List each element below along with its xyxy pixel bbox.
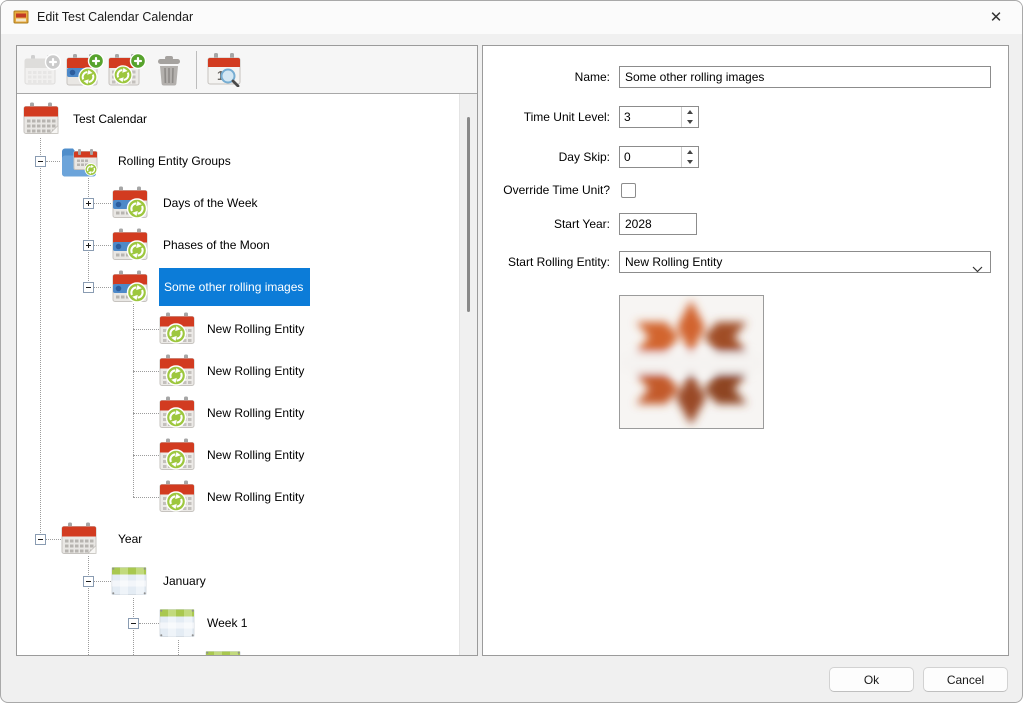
tree-connector-line <box>133 371 159 372</box>
tree-connector-line <box>94 287 111 288</box>
time-unit-level-stepper <box>619 106 699 128</box>
calendar-icon <box>60 523 98 556</box>
month-table-icon <box>205 651 241 656</box>
tree-connector-line <box>133 304 134 497</box>
tree-item-label[interactable]: New Rolling Entity <box>203 446 308 464</box>
month-table-icon <box>159 609 195 638</box>
start-rolling-entity-value: New Rolling Entity <box>625 255 722 269</box>
tree-item-label[interactable]: Rolling Entity Groups <box>114 152 235 170</box>
rolling-entity-icon <box>159 439 195 472</box>
start-year-label: Start Year: <box>483 213 610 235</box>
chevron-down-icon <box>972 259 983 279</box>
tree-item-label[interactable]: Test Calendar <box>69 110 151 128</box>
rolling-entity-icon <box>159 481 195 514</box>
toolbar-view-calendar-day-button[interactable]: 1 <box>203 50 245 90</box>
rolling-entity-icon <box>159 397 195 430</box>
day-skip-stepper <box>619 146 699 168</box>
tb-view-day-icon: 1 <box>205 53 243 87</box>
tree-expander-collapse[interactable] <box>83 576 94 587</box>
folder-calendar-icon <box>60 145 100 178</box>
app-calendar-icon <box>13 9 29 25</box>
tree-item-label[interactable]: Phases of the Moon <box>159 236 274 254</box>
tb-add-entity-icon <box>108 53 146 87</box>
toolbar-add-calendar-button[interactable] <box>22 50 64 90</box>
tree-connector-line <box>139 623 159 624</box>
override-time-unit-checkbox[interactable] <box>621 183 636 198</box>
toolbar-separator <box>196 51 197 89</box>
tree-connector-line <box>133 413 159 414</box>
tree-item-label[interactable]: Days of the Week <box>159 194 262 212</box>
title-bar: Edit Test Calendar Calendar ✕ <box>1 1 1022 34</box>
entity-group-form-panel: Name: Time Unit Level: Day Skip: Overrid… <box>482 45 1009 656</box>
start-rolling-entity-label: Start Rolling Entity: <box>483 251 610 273</box>
tb-delete-icon <box>152 53 186 87</box>
tree-connector-line <box>94 203 111 204</box>
tb-add-calendar-icon <box>24 53 62 87</box>
time-unit-level-label: Time Unit Level: <box>483 106 610 128</box>
tree-expander-expand[interactable] <box>83 198 94 209</box>
rolling-entity-preview-image <box>619 295 764 429</box>
rolling-group-icon <box>111 187 149 220</box>
tree-connector-line <box>94 245 111 246</box>
toolbar-add-rolling-entity-button[interactable] <box>106 50 148 90</box>
start-year-input[interactable] <box>619 213 697 235</box>
name-label: Name: <box>483 66 610 88</box>
day-skip-label: Day Skip: <box>483 146 610 168</box>
start-rolling-entity-dropdown[interactable]: New Rolling Entity <box>619 251 991 273</box>
time-unit-level-up-button[interactable] <box>682 107 698 117</box>
tree-connector-line <box>46 161 60 162</box>
tree-scrollbar-thumb[interactable] <box>467 117 470 312</box>
day-skip-up-button[interactable] <box>682 147 698 157</box>
tree-toolbar: 1 <box>17 46 477 94</box>
tree-item-label[interactable]: Some other rolling images <box>159 268 310 306</box>
day-skip-down-button[interactable] <box>682 157 698 167</box>
toolbar-add-rolling-entity-group-button[interactable] <box>64 50 106 90</box>
tree-item-label[interactable]: New Rolling Entity <box>203 320 308 338</box>
toolbar-delete-button[interactable] <box>148 50 190 90</box>
calendar-icon <box>22 103 60 136</box>
name-input[interactable] <box>619 66 991 88</box>
tree-connector-line <box>133 329 159 330</box>
rolling-entity-icon <box>159 313 195 346</box>
tree-connector-line <box>94 581 111 582</box>
tree-expander-collapse[interactable] <box>35 534 46 545</box>
ok-button[interactable]: Ok <box>829 667 914 692</box>
override-time-unit-label: Override Time Unit? <box>483 180 610 200</box>
tb-add-group-icon <box>66 53 104 87</box>
tree-item-label[interactable]: Year <box>114 530 146 548</box>
tree-expander-collapse[interactable] <box>83 282 94 293</box>
rolling-group-icon <box>111 271 149 304</box>
tree-item-label[interactable]: Week 1 <box>203 614 251 632</box>
time-unit-level-input[interactable] <box>620 107 681 127</box>
edit-calendar-dialog: Edit Test Calendar Calendar ✕ 1 Test Cal… <box>0 0 1023 703</box>
tree-item-label[interactable]: New Rolling Entity <box>203 362 308 380</box>
month-table-icon <box>111 567 147 596</box>
tree-connector-line <box>133 497 159 498</box>
tree-expander-collapse[interactable] <box>128 618 139 629</box>
rolling-entity-icon <box>159 355 195 388</box>
tree-scrollbar[interactable] <box>459 94 477 655</box>
rolling-group-icon <box>111 229 149 262</box>
tree-connector-line <box>178 640 179 655</box>
tree-connector-line <box>40 138 41 539</box>
tree-expander-expand[interactable] <box>83 240 94 251</box>
close-button[interactable]: ✕ <box>974 2 1018 32</box>
tree-expander-collapse[interactable] <box>35 156 46 167</box>
tree-connector-line <box>88 178 89 287</box>
calendar-tree-panel: 1 Test Calendar Rolling Entity Groups Da… <box>16 45 478 656</box>
window-title: Edit Test Calendar Calendar <box>37 1 193 34</box>
tree-item-label[interactable]: January <box>159 572 210 590</box>
tree-item-label[interactable]: New Rolling Entity <box>203 404 308 422</box>
calendar-tree: Test Calendar Rolling Entity Groups Days… <box>17 94 460 655</box>
tree-connector-line <box>88 556 89 655</box>
time-unit-level-down-button[interactable] <box>682 117 698 127</box>
tree-item-label[interactable]: New Rolling Entity <box>203 488 308 506</box>
day-skip-input[interactable] <box>620 147 681 167</box>
tree-connector-line <box>133 455 159 456</box>
cancel-button[interactable]: Cancel <box>923 667 1008 692</box>
